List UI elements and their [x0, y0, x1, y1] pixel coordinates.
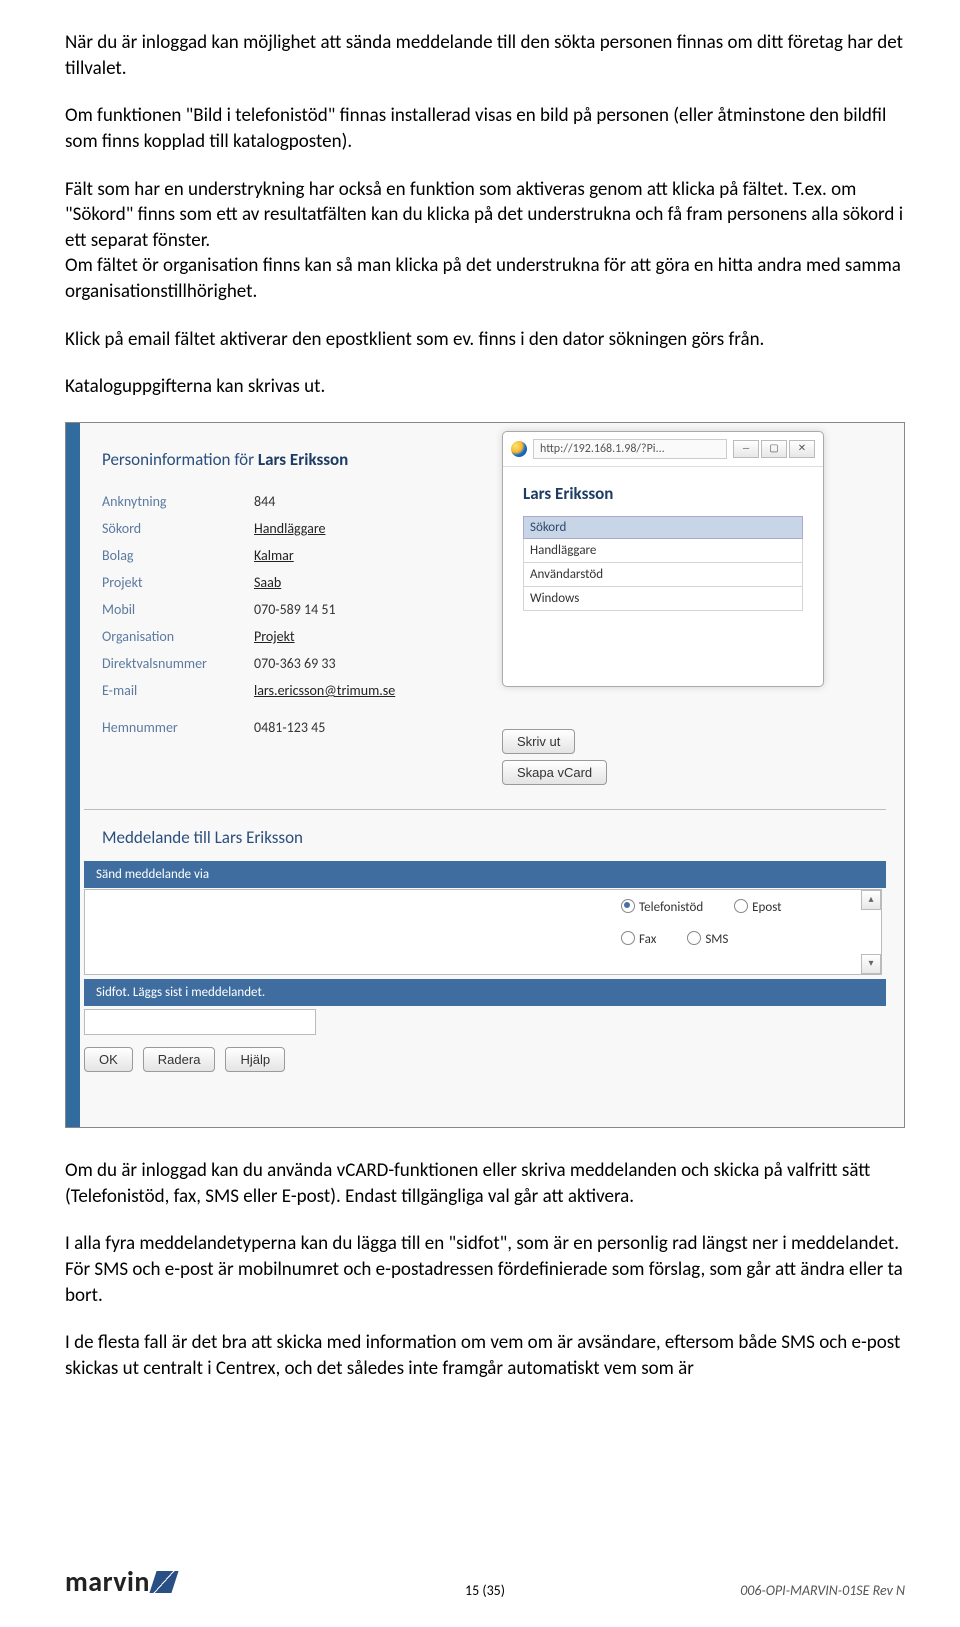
popup-titlebar: http://192.168.1.98/?Pi... ― ▢ ✕	[503, 432, 823, 467]
sokord-popup-window: http://192.168.1.98/?Pi... ― ▢ ✕ Lars Er…	[502, 431, 824, 687]
personinfo-row: E-maillars.ericsson@trimum.se	[102, 678, 405, 703]
ie-icon	[511, 441, 527, 457]
personinfo-row: SökordHandläggare	[102, 516, 405, 541]
sidfot-bar: Sidfot. Läggs sist i meddelandet.	[84, 979, 886, 1006]
section-divider	[84, 809, 886, 810]
personinfo-header-name: Lars Eriksson	[258, 449, 348, 470]
document-id: 006-OPI-MARVIN-01SE Rev N	[740, 1582, 905, 1599]
paragraph-4: Klick på email fältet aktiverar den epos…	[65, 327, 905, 353]
popup-sokord-item: Användarstöd	[523, 563, 803, 587]
radio-dot-icon	[621, 899, 635, 913]
logo-text: marvin	[65, 1564, 150, 1599]
message-heading: Meddelande till Lars Eriksson	[102, 827, 303, 848]
popup-url-box[interactable]: http://192.168.1.98/?Pi...	[533, 439, 727, 459]
paragraph-1: När du är inloggad kan möjlighet att sän…	[65, 30, 905, 81]
radio-row-2: Fax SMS	[621, 931, 756, 947]
personinfo-value[interactable]: lars.ericsson@trimum.se	[254, 678, 405, 703]
paragraph-8: I de flesta fall är det bra att skicka m…	[65, 1330, 905, 1381]
radio-telefonistod[interactable]: Telefonistöd	[621, 900, 703, 915]
personinfo-table: Anknytning844SökordHandläggareBolagKalma…	[100, 487, 407, 742]
page-number: 15 (35)	[465, 1582, 505, 1599]
personinfo-label: Mobil	[102, 597, 252, 622]
personinfo-value: 070-589 14 51	[254, 597, 405, 622]
message-heading-prefix: Meddelande till	[102, 827, 215, 848]
popup-sokord-item: Handläggare	[523, 539, 803, 563]
close-icon[interactable]: ✕	[789, 440, 815, 458]
minimize-icon[interactable]: ―	[733, 440, 759, 458]
radio-row-1: Telefonistöd Epost	[621, 899, 809, 915]
action-buttons-group: Skriv ut Skapa vCard	[502, 729, 607, 785]
personinfo-row: Mobil070-589 14 51	[102, 597, 405, 622]
personinfo-value: 070-363 69 33	[254, 651, 405, 676]
personinfo-row: Anknytning844	[102, 489, 405, 514]
window-controls: ― ▢ ✕	[733, 440, 815, 458]
personinfo-label: Anknytning	[102, 489, 252, 514]
personinfo-value[interactable]: Saab	[254, 570, 405, 595]
personinfo-value: 0481-123 45	[254, 705, 405, 740]
message-buttons: OK Radera Hjälp	[84, 1047, 285, 1072]
paragraph-3b: Om fältet ör organisation finns kan så m…	[65, 253, 905, 304]
scroll-up-icon[interactable]: ▴	[861, 890, 881, 910]
radio-fax-label: Fax	[639, 932, 656, 947]
page-footer: marvin 15 (35) 006-OPI-MARVIN-01SE Rev N	[65, 1564, 905, 1599]
radio-dot-icon	[734, 899, 748, 913]
radio-dot-icon	[687, 931, 701, 945]
message-heading-name: Lars Eriksson	[215, 827, 303, 848]
paragraph-7: I alla fyra meddelandetyperna kan du läg…	[65, 1231, 905, 1308]
personinfo-header-prefix: Personinformation för	[102, 449, 258, 470]
radio-epost[interactable]: Epost	[734, 900, 781, 915]
popup-person-name: Lars Eriksson	[523, 483, 803, 504]
personinfo-row: Direktvalsnummer070-363 69 33	[102, 651, 405, 676]
personinfo-label: E-mail	[102, 678, 252, 703]
popup-sokord-item: Windows	[523, 587, 803, 611]
ok-button[interactable]: OK	[84, 1047, 133, 1072]
radio-telefonistod-label: Telefonistöd	[639, 900, 703, 915]
scroll-down-icon[interactable]: ▾	[861, 954, 881, 974]
skriv-ut-button[interactable]: Skriv ut	[502, 729, 575, 754]
radera-button[interactable]: Radera	[143, 1047, 216, 1072]
personinfo-row: OrganisationProjekt	[102, 624, 405, 649]
radio-sms-label: SMS	[705, 932, 728, 947]
paragraph-2: Om funktionen "Bild i telefonistöd" finn…	[65, 103, 905, 154]
personinfo-row: Hemnummer0481-123 45	[102, 705, 405, 740]
paragraph-5: Kataloguppgifterna kan skrivas ut.	[65, 374, 905, 400]
radio-dot-icon	[621, 931, 635, 945]
radio-epost-label: Epost	[752, 900, 781, 915]
popup-sokord-heading: Sökord	[523, 516, 803, 539]
personinfo-label: Hemnummer	[102, 705, 252, 740]
paragraph-6: Om du är inloggad kan du använda vCARD-f…	[65, 1158, 905, 1209]
personinfo-row: BolagKalmar	[102, 543, 405, 568]
sidfot-input[interactable]	[84, 1009, 316, 1035]
marvin-logo: marvin	[65, 1564, 175, 1599]
skapa-vcard-button[interactable]: Skapa vCard	[502, 760, 607, 785]
left-accent-bar	[66, 423, 80, 1127]
personinfo-row: ProjektSaab	[102, 570, 405, 595]
personinfo-value[interactable]: Handläggare	[254, 516, 405, 541]
radio-fax[interactable]: Fax	[621, 932, 656, 947]
personinfo-label: Bolag	[102, 543, 252, 568]
app-screenshot: Personinformation för Lars Eriksson Ankn…	[65, 422, 905, 1128]
personinfo-label: Direktvalsnummer	[102, 651, 252, 676]
personinfo-label: Sökord	[102, 516, 252, 541]
radio-sms[interactable]: SMS	[687, 932, 728, 947]
personinfo-value[interactable]: Kalmar	[254, 543, 405, 568]
personinfo-value[interactable]: Projekt	[254, 624, 405, 649]
personinfo-header: Personinformation för Lars Eriksson	[102, 449, 348, 470]
personinfo-label: Projekt	[102, 570, 252, 595]
personinfo-label: Organisation	[102, 624, 252, 649]
maximize-icon[interactable]: ▢	[761, 440, 787, 458]
hjalp-button[interactable]: Hjälp	[225, 1047, 285, 1072]
send-via-bar: Sänd meddelande via	[84, 861, 886, 888]
logo-slash-icon	[149, 1571, 178, 1593]
paragraph-3a: Fält som har en understrykning har också…	[65, 177, 905, 254]
personinfo-value: 844	[254, 489, 405, 514]
